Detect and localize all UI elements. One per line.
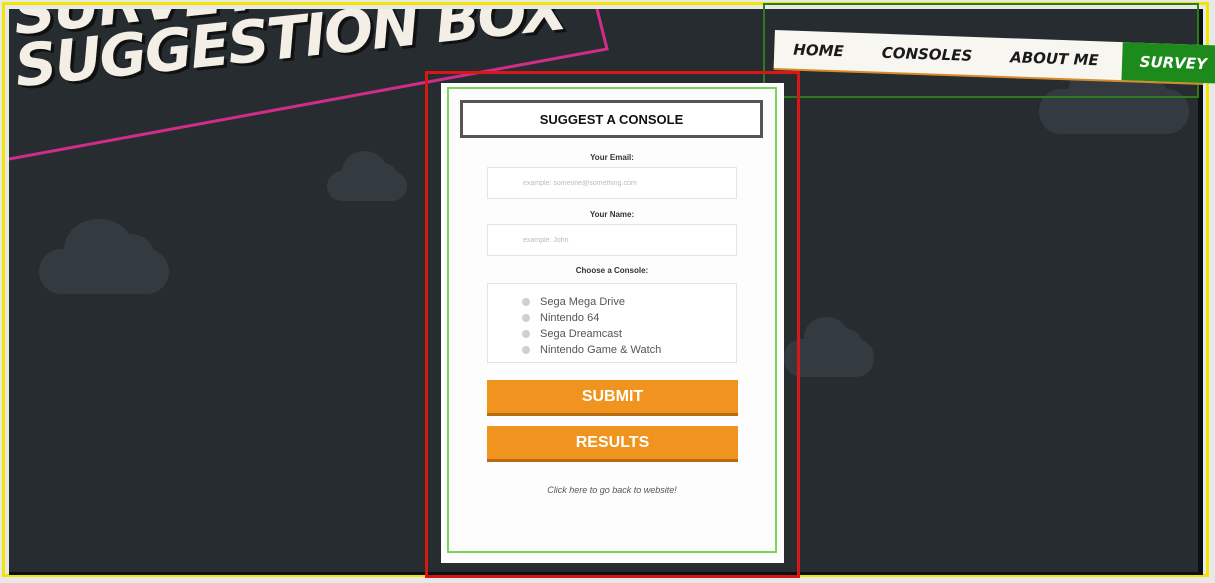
email-label: Your Email: xyxy=(590,153,634,162)
radio-button[interactable] xyxy=(522,346,530,354)
console-option-sega-mega-drive[interactable]: Sega Mega Drive xyxy=(522,294,736,310)
console-option-label: Nintendo Game & Watch xyxy=(540,344,662,356)
console-option-sega-dreamcast[interactable]: Sega Dreamcast xyxy=(522,326,736,342)
submit-button[interactable]: SUBMIT xyxy=(487,380,738,416)
form-heading: SUGGEST A CONSOLE xyxy=(460,100,763,138)
name-label: Your Name: xyxy=(589,210,635,219)
console-radio-group: Sega Mega Drive Nintendo 64 Sega Dreamca… xyxy=(487,283,737,363)
radio-button[interactable] xyxy=(522,314,530,322)
console-option-label: Sega Dreamcast xyxy=(540,328,622,340)
email-field[interactable] xyxy=(487,167,737,199)
console-option-nintendo-64[interactable]: Nintendo 64 xyxy=(522,310,736,326)
name-field[interactable] xyxy=(487,224,737,256)
nav-item-consoles[interactable]: CONSOLES xyxy=(862,43,991,65)
results-button[interactable]: RESULTS xyxy=(487,426,738,462)
nav-item-survey[interactable]: SURVEY xyxy=(1121,42,1215,84)
nav-item-about-me[interactable]: ABOUT ME xyxy=(991,48,1118,70)
radio-button[interactable] xyxy=(522,330,530,338)
radio-button[interactable] xyxy=(522,298,530,306)
cloud-decoration xyxy=(39,219,169,294)
console-option-nintendo-game-watch[interactable]: Nintendo Game & Watch xyxy=(522,342,736,358)
console-label: Choose a Console: xyxy=(575,266,649,275)
back-to-website-link[interactable]: Click here to go back to website! xyxy=(487,485,737,495)
console-option-label: Nintendo 64 xyxy=(540,312,600,324)
console-option-label: Sega Mega Drive xyxy=(540,296,625,308)
nav-item-home[interactable]: HOME xyxy=(774,40,863,61)
